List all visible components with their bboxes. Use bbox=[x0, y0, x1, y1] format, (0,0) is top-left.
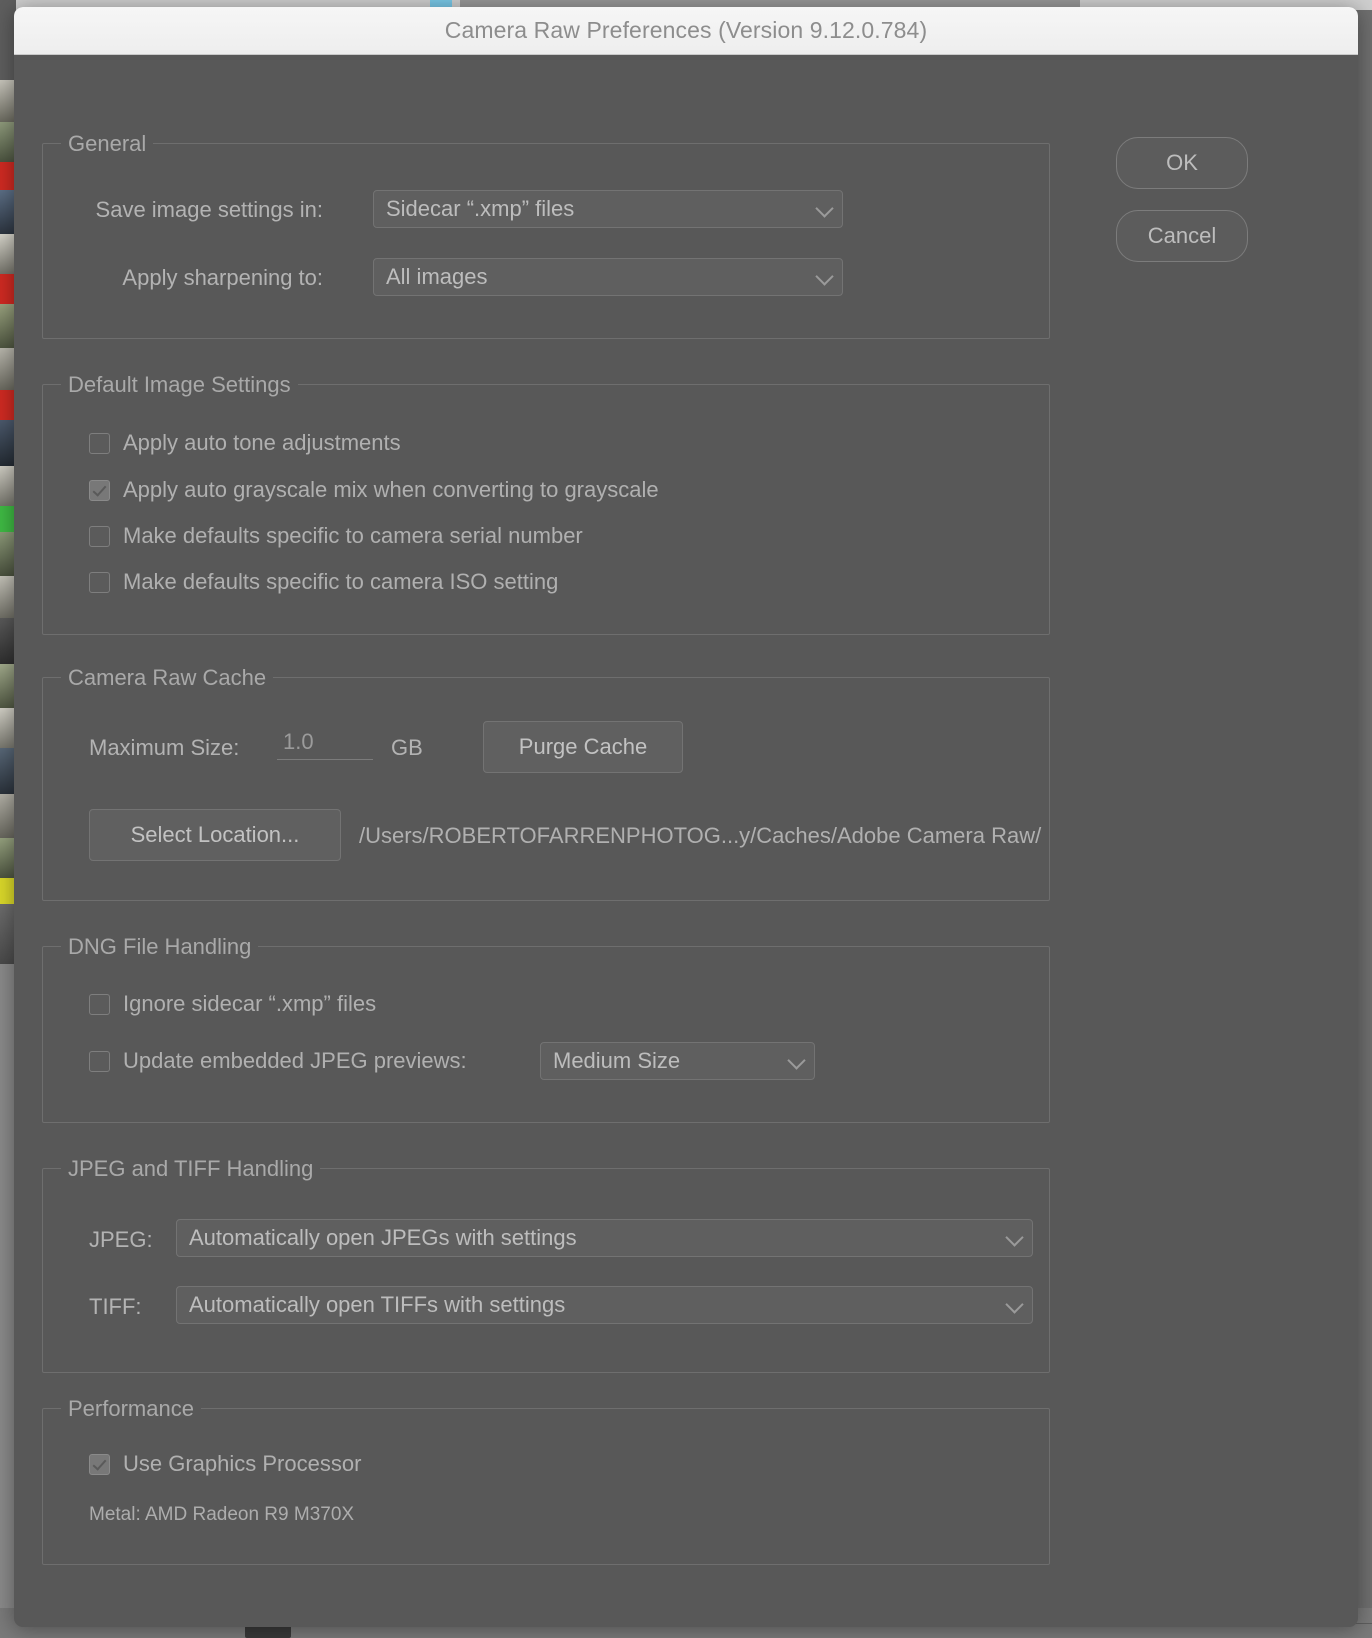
general-legend: General bbox=[61, 131, 154, 157]
camera-raw-cache-legend: Camera Raw Cache bbox=[61, 665, 274, 691]
cache-path-text: /Users/ROBERTOFARRENPHOTOG...y/Caches/Ad… bbox=[359, 823, 1042, 848]
ok-button-label: OK bbox=[1166, 150, 1198, 175]
maximum-size-input[interactable] bbox=[277, 726, 373, 760]
auto-tone-checkbox[interactable] bbox=[89, 432, 110, 454]
chevron-down-icon bbox=[787, 1051, 806, 1070]
dng-file-handling-group: DNG File Handling Ignore sidecar “.xmp” … bbox=[42, 934, 1050, 1123]
apply-sharpening-value: All images bbox=[386, 264, 488, 289]
chevron-down-icon bbox=[1005, 1295, 1024, 1314]
checkbox-row-use-gpu[interactable]: Use Graphics Processor bbox=[89, 1451, 361, 1477]
checkbox-row-update-previews[interactable]: Update embedded JPEG previews: bbox=[89, 1048, 467, 1074]
jpeg-label: JPEG: bbox=[89, 1227, 153, 1252]
save-image-settings-label: Save image settings in: bbox=[95, 197, 323, 222]
tiff-handling-value: Automatically open TIFFs with settings bbox=[189, 1292, 566, 1317]
camera-raw-cache-group: Camera Raw Cache Maximum Size: GB Purge … bbox=[42, 665, 1050, 901]
preview-size-value: Medium Size bbox=[553, 1048, 681, 1073]
general-group: General Save image settings in: Sidecar … bbox=[42, 131, 1050, 339]
camera-iso-label: Make defaults specific to camera ISO set… bbox=[123, 569, 559, 594]
preview-size-select[interactable]: Medium Size bbox=[540, 1042, 815, 1080]
ok-button[interactable]: OK bbox=[1116, 137, 1248, 189]
use-graphics-processor-label: Use Graphics Processor bbox=[123, 1451, 362, 1476]
dialog-titlebar: Camera Raw Preferences (Version 9.12.0.7… bbox=[14, 7, 1358, 55]
select-location-button[interactable]: Select Location... bbox=[89, 809, 341, 861]
checkbox-row-ignore-sidecar[interactable]: Ignore sidecar “.xmp” files bbox=[89, 991, 376, 1017]
checkbox-row-camera-iso[interactable]: Make defaults specific to camera ISO set… bbox=[89, 569, 558, 595]
ignore-sidecar-checkbox[interactable] bbox=[89, 993, 110, 1015]
ignore-sidecar-label: Ignore sidecar “.xmp” files bbox=[123, 991, 377, 1016]
tiff-handling-select[interactable]: Automatically open TIFFs with settings bbox=[176, 1286, 1033, 1324]
use-graphics-processor-checkbox[interactable] bbox=[89, 1453, 110, 1475]
performance-group: Performance Use Graphics Processor Metal… bbox=[42, 1396, 1050, 1565]
apply-sharpening-label: Apply sharpening to: bbox=[122, 265, 323, 290]
save-image-settings-select[interactable]: Sidecar “.xmp” files bbox=[373, 190, 843, 228]
jpeg-tiff-handling-group: JPEG and TIFF Handling JPEG: Automatical… bbox=[42, 1156, 1050, 1373]
checkbox-row-auto-tone[interactable]: Apply auto tone adjustments bbox=[89, 430, 401, 456]
default-image-settings-legend: Default Image Settings bbox=[61, 372, 298, 398]
save-image-settings-value: Sidecar “.xmp” files bbox=[386, 196, 575, 221]
purge-cache-label: Purge Cache bbox=[518, 734, 648, 759]
update-previews-checkbox[interactable] bbox=[89, 1050, 110, 1072]
camera-serial-label: Make defaults specific to camera serial … bbox=[123, 523, 583, 548]
auto-grayscale-checkbox[interactable] bbox=[89, 479, 110, 501]
update-previews-label: Update embedded JPEG previews: bbox=[123, 1048, 467, 1073]
cache-units-label: GB bbox=[391, 735, 423, 760]
jpeg-tiff-handling-legend: JPEG and TIFF Handling bbox=[61, 1156, 321, 1182]
chevron-down-icon bbox=[1005, 1228, 1024, 1247]
gpu-info-text: Metal: AMD Radeon R9 M370X bbox=[89, 1504, 355, 1525]
dng-file-handling-legend: DNG File Handling bbox=[61, 934, 259, 960]
chevron-down-icon bbox=[815, 199, 834, 218]
auto-tone-label: Apply auto tone adjustments bbox=[123, 430, 401, 455]
select-location-label: Select Location... bbox=[130, 822, 300, 847]
cancel-button-label: Cancel bbox=[1147, 223, 1217, 248]
camera-serial-checkbox[interactable] bbox=[89, 525, 110, 547]
performance-legend: Performance bbox=[61, 1396, 201, 1422]
tiff-label: TIFF: bbox=[89, 1294, 142, 1319]
apply-sharpening-select[interactable]: All images bbox=[373, 258, 843, 296]
jpeg-handling-select[interactable]: Automatically open JPEGs with settings bbox=[176, 1219, 1033, 1257]
checkbox-row-camera-serial[interactable]: Make defaults specific to camera serial … bbox=[89, 523, 583, 549]
cancel-button[interactable]: Cancel bbox=[1116, 210, 1248, 262]
checkbox-row-auto-grayscale[interactable]: Apply auto grayscale mix when converting… bbox=[89, 477, 659, 503]
chevron-down-icon bbox=[815, 267, 834, 286]
camera-iso-checkbox[interactable] bbox=[89, 571, 110, 593]
dialog-body: OK Cancel General Save image settings in… bbox=[14, 55, 1358, 1627]
auto-grayscale-label: Apply auto grayscale mix when converting… bbox=[123, 477, 659, 502]
default-image-settings-group: Default Image Settings Apply auto tone a… bbox=[42, 372, 1050, 635]
camera-raw-preferences-dialog: Camera Raw Preferences (Version 9.12.0.7… bbox=[14, 7, 1358, 1627]
jpeg-handling-value: Automatically open JPEGs with settings bbox=[189, 1225, 577, 1250]
purge-cache-button[interactable]: Purge Cache bbox=[483, 721, 683, 773]
maximum-size-label: Maximum Size: bbox=[89, 735, 240, 760]
dialog-title: Camera Raw Preferences (Version 9.12.0.7… bbox=[444, 17, 928, 43]
